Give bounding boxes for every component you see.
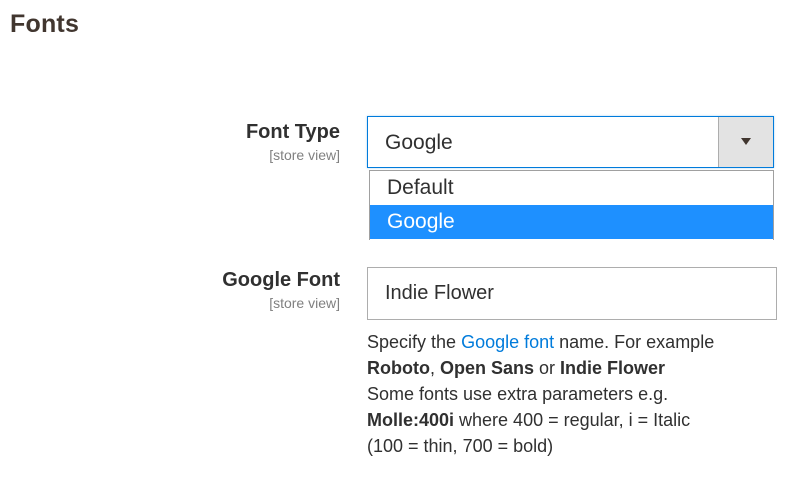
- google-font-label-group: Google Font [store view]: [120, 268, 340, 312]
- font-type-options-list: Default Google: [369, 170, 774, 240]
- example-font: Indie Flower: [560, 358, 666, 378]
- note-text: Some fonts use extra parameters e.g.: [367, 384, 669, 404]
- note-text: Specify the: [367, 332, 462, 352]
- font-type-label-group: Font Type [store view]: [120, 120, 340, 164]
- font-type-selected-value: Google: [385, 131, 453, 154]
- google-font-note: Specify the Google font name. For exampl…: [367, 329, 792, 459]
- note-text: or: [534, 358, 561, 378]
- note-text: ,: [429, 358, 440, 378]
- note-text: (100 = thin, 700 = bold): [367, 436, 554, 456]
- font-type-select[interactable]: Google: [367, 116, 774, 168]
- example-font: Roboto: [367, 358, 430, 378]
- note-text: name. For example: [554, 332, 715, 352]
- google-font-scope: [store view]: [269, 295, 340, 311]
- chevron-down-icon: [741, 138, 751, 145]
- google-font-link[interactable]: Google font: [461, 332, 554, 352]
- dropdown-toggle[interactable]: [718, 117, 773, 167]
- note-text: where 400 = regular, i = Italic: [454, 410, 691, 430]
- option-google[interactable]: Google: [370, 205, 773, 239]
- param-example: Molle:400i: [367, 410, 455, 430]
- google-font-input[interactable]: [367, 267, 777, 320]
- google-font-label: Google Font: [222, 269, 340, 291]
- font-type-scope: [store view]: [269, 147, 340, 163]
- font-type-label: Font Type: [245, 121, 340, 143]
- section-title: Fonts: [10, 10, 80, 38]
- option-default[interactable]: Default: [370, 171, 773, 205]
- example-font: Open Sans: [440, 358, 535, 378]
